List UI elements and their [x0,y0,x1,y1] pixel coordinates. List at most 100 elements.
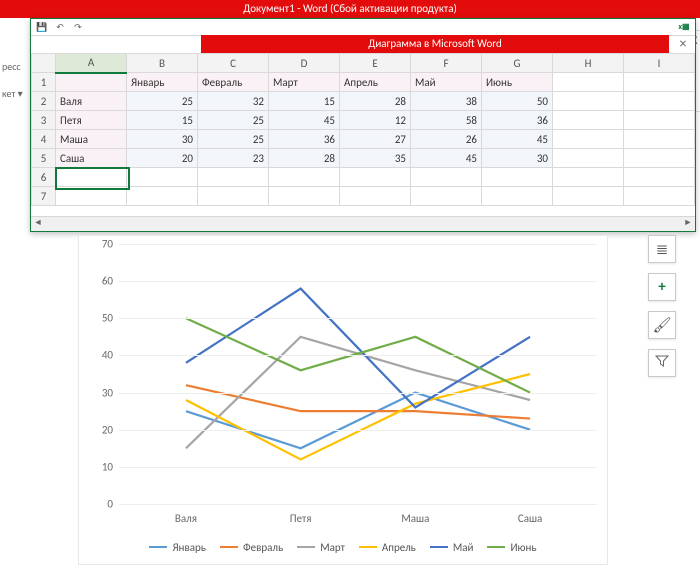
cell[interactable]: 36 [269,130,340,149]
cell[interactable]: Апрель [340,73,411,92]
column-header[interactable]: H [553,54,624,73]
y-tick: 20 [102,423,113,436]
cell[interactable]: 36 [482,111,553,130]
series-line [186,289,530,408]
line-chart[interactable]: 010203040506070 ВаляПетяМашаСаша ЯнварьФ… [78,235,608,565]
cell[interactable]: 38 [411,92,482,111]
cell[interactable]: 30 [482,149,553,168]
cell[interactable]: 27 [340,130,411,149]
x-axis: ВаляПетяМашаСаша [119,512,597,528]
horizontal-scrollbar[interactable]: ◄ ► [31,216,695,231]
column-header[interactable]: E [340,54,411,73]
legend-item[interactable]: Май [430,536,474,558]
row-header[interactable]: 4 [32,130,56,149]
plot-area [119,244,597,504]
row-header[interactable]: 7 [32,187,56,206]
cell[interactable]: Март [269,73,340,92]
cell[interactable]: 28 [340,92,411,111]
save-icon[interactable]: 💾 [35,20,49,34]
cell[interactable]: 35 [340,149,411,168]
legend-label: Февраль [243,541,283,554]
column-header[interactable]: B [127,54,198,73]
legend-item[interactable]: Апрель [359,536,416,558]
cell[interactable]: 32 [198,92,269,111]
legend-swatch [149,546,167,548]
cell[interactable]: 45 [482,130,553,149]
legend-label: Июнь [510,541,536,554]
x-tick: Валя [175,512,197,525]
chart-datasheet-window: 💾 ↶ ↷ x▦ Диаграмма в Microsoft Word × AB… [30,18,696,232]
y-axis: 010203040506070 [79,244,117,504]
chart-filter-button[interactable] [648,349,676,377]
cell[interactable]: Саша [56,149,127,168]
column-header[interactable]: I [624,54,695,73]
cell[interactable]: 45 [411,149,482,168]
close-button[interactable]: × [673,35,693,53]
cell[interactable]: 23 [198,149,269,168]
undo-icon[interactable]: ↶ [53,20,67,34]
series-line [186,393,530,449]
column-header[interactable]: D [269,54,340,73]
row-header[interactable]: 2 [32,92,56,111]
y-tick: 40 [102,349,113,362]
cell[interactable]: Май [411,73,482,92]
column-header[interactable]: A [56,54,127,73]
spreadsheet-grid[interactable]: ABCDEFGHI 1 ЯнварьФевральМартАпрельМайИюнь… [31,53,695,217]
cell[interactable]: 25 [198,130,269,149]
x-tick: Петя [290,512,312,525]
cell[interactable]: 20 [127,149,198,168]
row-header[interactable]: 6 [32,168,56,187]
legend-item[interactable]: Январь [149,536,205,558]
cell[interactable]: 12 [340,111,411,130]
scroll-right-icon[interactable]: ► [681,217,695,231]
legend-swatch [220,546,238,548]
brush-icon: 🖌 [652,316,671,335]
y-tick: 10 [102,460,113,473]
cell[interactable]: Валя [56,92,127,111]
cell[interactable]: 25 [198,111,269,130]
column-header[interactable]: F [411,54,482,73]
scroll-left-icon[interactable]: ◄ [31,217,45,231]
cell[interactable]: Июнь [482,73,553,92]
excel-icon[interactable]: x▦ [677,20,691,34]
ribbon-word-2: кет ▾ [0,87,30,100]
cell[interactable]: 26 [411,130,482,149]
column-header[interactable]: G [482,54,553,73]
legend-item[interactable]: Июнь [487,536,536,558]
legend-item[interactable]: Февраль [220,536,283,558]
cell[interactable]: Февраль [198,73,269,92]
x-tick: Саша [518,512,542,525]
datasheet-title: Диаграмма в Microsoft Word [201,35,669,53]
row-header[interactable]: 1 [32,73,56,92]
cell[interactable]: 28 [269,149,340,168]
y-tick: 60 [102,275,113,288]
cell[interactable]: 58 [411,111,482,130]
column-header[interactable]: C [198,54,269,73]
legend-item[interactable]: Март [297,536,345,558]
chart-plus-button[interactable]: + [648,273,676,301]
cell[interactable]: Маша [56,130,127,149]
funnel-icon [655,354,669,373]
row-header[interactable]: 3 [32,111,56,130]
legend-swatch [430,546,448,548]
cell[interactable]: Петя [56,111,127,130]
cell[interactable]: 15 [127,111,198,130]
y-tick: 0 [107,498,113,511]
legend: Январь Февраль Март Апрель Май Июнь [79,536,607,558]
word-title-bar: Документ1 - Word (Сбой активации продукт… [0,0,700,18]
cell[interactable]: 45 [269,111,340,130]
series-line [186,374,530,459]
y-tick: 50 [102,312,113,325]
redo-icon[interactable]: ↷ [71,20,85,34]
chart-layout-button[interactable]: ≣ [648,235,676,263]
cell[interactable]: 50 [482,92,553,111]
cell[interactable]: 25 [127,92,198,111]
plus-icon: + [658,278,665,296]
cell[interactable]: 15 [269,92,340,111]
cell[interactable]: 30 [127,130,198,149]
cell[interactable]: Январь [127,73,198,92]
chart-styles-button[interactable]: 🖌 [648,311,676,339]
row-header[interactable]: 5 [32,149,56,168]
legend-swatch [359,546,377,548]
legend-swatch [297,546,315,548]
